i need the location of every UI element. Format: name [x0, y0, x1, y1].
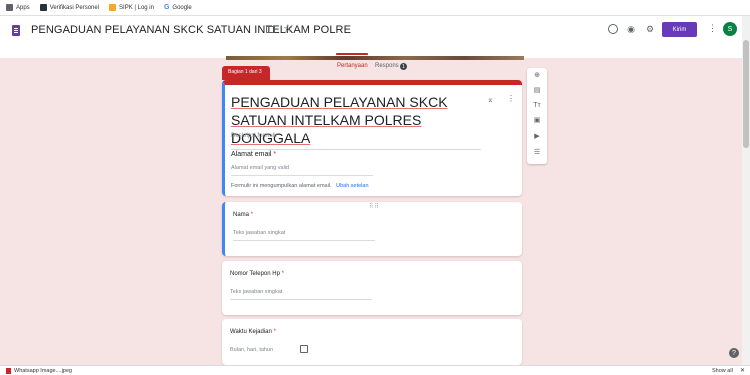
- scrollbar[interactable]: [742, 16, 750, 365]
- palette-icon[interactable]: [608, 24, 618, 34]
- bookmark-apps[interactable]: Apps: [6, 4, 30, 11]
- download-bar: Whatsapp Image....jpeg Show all ✕: [0, 365, 750, 375]
- download-filename: Whatsapp Image....jpeg: [14, 368, 73, 374]
- file-icon: [6, 368, 11, 374]
- drag-handle-icon[interactable]: ⠿⠿: [369, 203, 380, 210]
- change-settings-link[interactable]: Ubah setelan: [336, 183, 368, 189]
- document-title[interactable]: PENGADUAN PELAYANAN SKCK SATUAN INTELKAM…: [31, 24, 351, 36]
- add-image-icon[interactable]: ▣: [532, 116, 542, 126]
- question-title: Nama: [233, 212, 250, 218]
- question-title: Nomor Telepon Hp: [230, 271, 280, 277]
- help-icon[interactable]: ?: [729, 348, 739, 358]
- site-favicon-icon: [109, 4, 117, 11]
- active-tab-indicator: [336, 53, 368, 55]
- short-answer-field[interactable]: Teks jawaban singkat: [233, 230, 375, 241]
- bookmark-label: SIPK | Log in: [119, 4, 154, 11]
- header-image: [226, 56, 524, 60]
- required-mark: *: [281, 271, 284, 277]
- bookmark-google[interactable]: G Google: [164, 4, 192, 11]
- avatar[interactable]: S: [723, 22, 737, 36]
- add-question-icon[interactable]: ⊕: [532, 71, 542, 81]
- section-label: Bagian 1 dari 3: [222, 66, 270, 80]
- bookmark-label: Apps: [16, 4, 30, 11]
- form-title-card[interactable]: PENGADUAN PELAYANAN SKCK SATUAN INTELKAM…: [222, 80, 522, 196]
- form-description-field[interactable]: Deskripsi formulir: [231, 133, 277, 139]
- preview-eye-icon[interactable]: ◉: [626, 24, 636, 34]
- app-header: PENGADUAN PELAYANAN SKCK SATUAN INTELKAM…: [0, 16, 742, 70]
- bookmark-label: Google: [172, 4, 192, 11]
- tab-questions[interactable]: Pertanyaan: [337, 63, 368, 69]
- required-mark: *: [250, 212, 254, 218]
- more-vert-icon[interactable]: ⋮: [507, 94, 515, 103]
- send-button[interactable]: Kirim: [662, 22, 697, 37]
- required-mark: *: [273, 151, 277, 158]
- question-toolbar: ⊕ ▤ Tт ▣ ▶ ☰: [527, 68, 547, 164]
- close-icon[interactable]: ✕: [740, 367, 745, 374]
- bookmarks-bar: Apps Verifikasi Personel SIPK | Log in G…: [0, 0, 750, 16]
- date-field[interactable]: Bulan, hari, tahun: [230, 347, 300, 357]
- question-title: Waktu Kejadian: [230, 329, 272, 335]
- required-mark: *: [273, 329, 276, 335]
- import-questions-icon[interactable]: ▤: [532, 86, 542, 96]
- question-label: Nama *: [233, 212, 253, 218]
- short-answer-field[interactable]: Teks jawaban singkat: [230, 289, 372, 300]
- site-favicon-icon: [39, 4, 47, 11]
- responses-count-badge: 1: [400, 63, 407, 70]
- question-card-nama[interactable]: ⠿⠿ Nama * Teks jawaban singkat: [222, 202, 522, 256]
- email-question-label: Alamat email *: [231, 151, 276, 158]
- calendar-icon[interactable]: [300, 345, 308, 353]
- apps-grid-icon: [6, 4, 13, 11]
- add-title-icon[interactable]: Tт: [532, 101, 542, 111]
- scrollbar-thumb[interactable]: [743, 40, 749, 148]
- question-label: Nomor Telepon Hp *: [230, 271, 284, 277]
- more-options-icon[interactable]: ⋮: [708, 23, 717, 34]
- bookmark-verifikasi[interactable]: Verifikasi Personel: [39, 4, 100, 11]
- collapse-icon[interactable]: ⌅: [487, 95, 494, 104]
- question-card-phone[interactable]: Nomor Telepon Hp * Teks jawaban singkat: [222, 261, 522, 315]
- folder-icon[interactable]: [266, 26, 275, 33]
- star-icon[interactable]: ☆: [283, 22, 293, 35]
- gear-icon[interactable]: ⚙: [645, 24, 655, 34]
- add-video-icon[interactable]: ▶: [532, 132, 542, 142]
- question-card-time[interactable]: Waktu Kejadian * Bulan, hari, tahun: [222, 319, 522, 365]
- email-field[interactable]: Alamat email yang valid: [231, 165, 373, 176]
- add-section-icon[interactable]: ☰: [532, 148, 542, 158]
- bookmark-label: Verifikasi Personel: [49, 4, 100, 11]
- email-collection-note: Formulir ini mengumpulkan alamat email. …: [231, 183, 369, 189]
- bookmark-sipk[interactable]: SIPK | Log in: [109, 4, 154, 11]
- google-icon: G: [163, 4, 170, 11]
- download-item[interactable]: Whatsapp Image....jpeg: [6, 368, 72, 374]
- forms-logo-icon[interactable]: [12, 25, 20, 36]
- show-all-button[interactable]: Show all: [712, 368, 733, 374]
- tab-responses[interactable]: Respons: [375, 63, 399, 69]
- email-label-text: Alamat email: [231, 151, 272, 158]
- email-note-text: Formulir ini mengumpulkan alamat email.: [231, 183, 332, 189]
- question-label: Waktu Kejadian *: [230, 329, 276, 335]
- form-title[interactable]: PENGADUAN PELAYANAN SKCK SATUAN INTELKAM…: [231, 93, 481, 150]
